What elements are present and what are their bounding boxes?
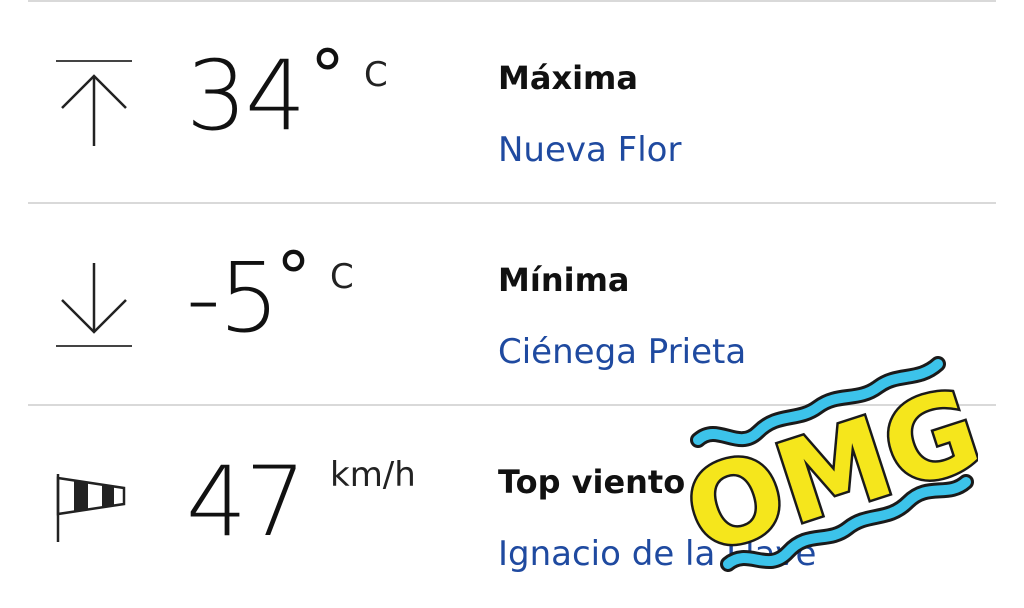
max-temp-value: 34 [186, 40, 306, 152]
wind-speed-unit: km/h [330, 455, 416, 495]
min-label: Mínima [498, 261, 630, 299]
arrow-up-to-line-icon [56, 60, 132, 146]
wind-label: Top viento [498, 463, 686, 501]
max-temp-unit: C [364, 55, 388, 95]
min-temp-unit: C [330, 257, 354, 297]
wind-speed-value: 47 [186, 446, 306, 558]
max-label: Máxima [498, 59, 638, 97]
max-temp-degree: ° [310, 35, 345, 117]
weather-row-max[interactable]: 34 ° C Máxima Nueva Flor [0, 0, 1024, 202]
arrow-down-to-line-icon [56, 263, 132, 347]
max-place-link[interactable]: Nueva Flor [498, 130, 681, 170]
windsock-icon [56, 474, 126, 542]
omg-sticker-image: OMG [688, 356, 978, 582]
min-temp-value: -5 [186, 242, 280, 354]
min-temp-degree: ° [276, 237, 311, 319]
